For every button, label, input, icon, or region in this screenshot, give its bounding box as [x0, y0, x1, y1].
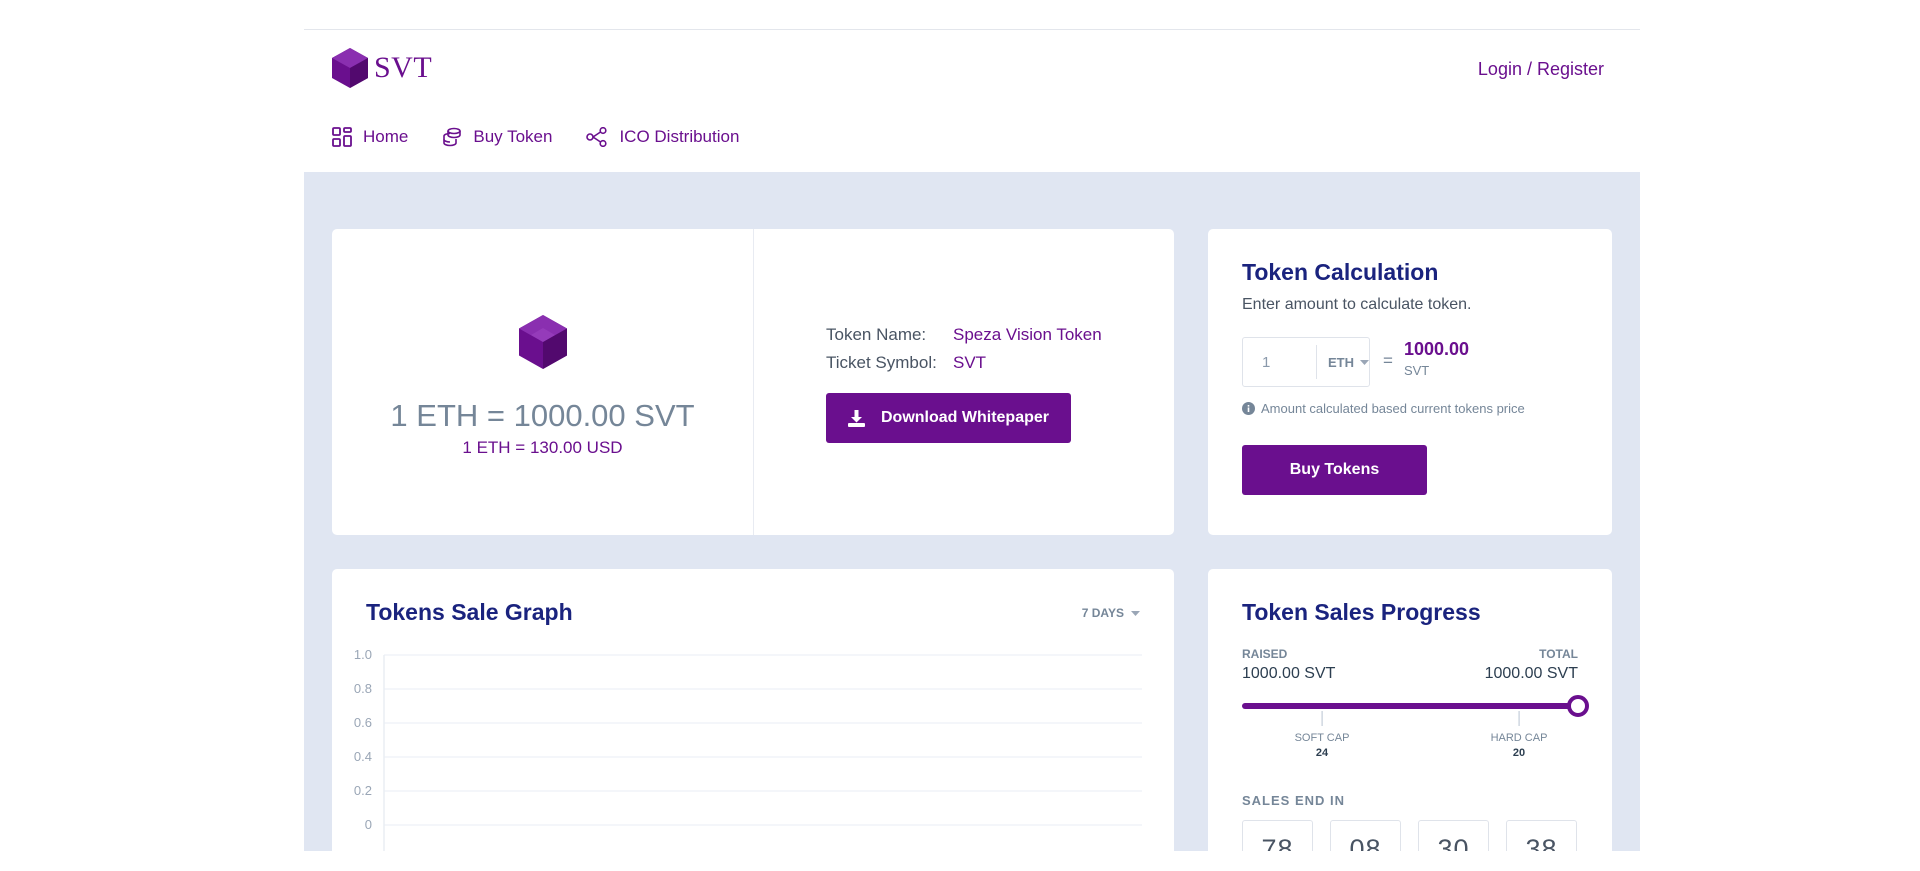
top-header: SVT Login / Register Home Buy Token ICO … [304, 30, 1640, 172]
main-nav: Home Buy Token ICO Distribution [332, 127, 739, 147]
rate-block: 1 ETH = 1000.00 SVT 1 ETH = 130.00 USD [332, 315, 753, 458]
hard-cap-marker: HARD CAP 20 [1490, 711, 1548, 759]
raised-value: 1000.00 SVT [1242, 665, 1336, 682]
tokens-sale-graph-card: Tokens Sale Graph 7 DAYS 1.0 0.8 0.6 0.4 0.2… [332, 569, 1174, 851]
main-content: 1 ETH = 1000.00 SVT 1 ETH = 130.00 USD T… [304, 172, 1640, 851]
soft-cap-value: 24 [1315, 747, 1329, 759]
y-tick-label: 0.2 [354, 783, 372, 798]
download-whitepaper-label: Download Whitepaper [881, 409, 1049, 426]
calc-title: Token Calculation [1242, 259, 1439, 285]
token-symbol-label: Ticket Symbol: [826, 353, 937, 372]
calc-description: Enter amount to calculate token. [1242, 296, 1472, 313]
progress-bar: SOFT CAP 24 HARD CAP 20 [1242, 695, 1589, 759]
progress-labels: RAISED 1000.00 SVT TOTAL 1000.00 SVT [1242, 647, 1578, 683]
calc-note: Amount calculated based current tokens p… [1242, 401, 1578, 416]
countdown-seconds: 38 [1506, 820, 1577, 851]
total-label: TOTAL [1539, 647, 1578, 661]
nav-item-home[interactable]: Home [332, 127, 408, 147]
hard-cap-label: HARD CAP [1490, 732, 1548, 744]
caret-down-icon [1360, 359, 1369, 365]
graph-range-select[interactable]: 7 DAYS [1082, 606, 1140, 620]
brand-name: SVT [374, 51, 433, 84]
nav-label-ico-distribution: ICO Distribution [619, 127, 740, 146]
sales-end-label: SALES END IN [1242, 793, 1346, 808]
eth-usd-rate: 1 ETH = 130.00 USD [462, 438, 623, 457]
calc-result-unit: SVT [1403, 363, 1430, 378]
brand-logo[interactable]: SVT [332, 48, 432, 88]
token-sales-progress-card: Token Sales Progress RAISED 1000.00 SVT … [1208, 569, 1612, 851]
app-frame: SVT Login / Register Home Buy Token ICO … [304, 29, 1640, 851]
raised-block: RAISED 1000.00 SVT [1242, 647, 1335, 683]
calc-result: 1000.00 [1403, 339, 1470, 359]
nav-item-ico-distribution[interactable]: ICO Distribution [586, 127, 739, 147]
eth-svt-rate: 1 ETH = 1000.00 SVT [390, 398, 695, 433]
token-name-row: Token Name: Speza Vision Token [826, 321, 1102, 349]
share-nodes-icon [586, 127, 608, 147]
download-icon [848, 409, 865, 427]
hexagon-token-icon [518, 315, 567, 369]
token-info-card: 1 ETH = 1000.00 SVT 1 ETH = 130.00 USD T… [332, 229, 1174, 535]
countdown-days: 78 [1242, 820, 1313, 851]
info-icon [1242, 402, 1255, 415]
soft-cap-label: SOFT CAP [1294, 732, 1350, 744]
graph-title: Tokens Sale Graph [366, 599, 573, 625]
total-block: TOTAL 1000.00 SVT [1485, 647, 1578, 683]
amount-input[interactable]: 1 [1243, 345, 1317, 379]
total-value: 1000.00 SVT [1484, 665, 1578, 682]
y-tick-label: 0.6 [354, 715, 372, 730]
y-tick-label: 1.0 [354, 647, 372, 662]
raised-label: RAISED [1242, 647, 1288, 661]
buy-tokens-button[interactable]: Buy Tokens [1242, 445, 1427, 495]
nav-label-home: Home [363, 127, 409, 146]
download-whitepaper-button[interactable]: Download Whitepaper [826, 393, 1071, 443]
progress-knob[interactable] [1567, 695, 1589, 717]
soft-cap-marker: SOFT CAP 24 [1294, 711, 1350, 759]
calc-input-group: 1 ETH [1242, 337, 1370, 387]
graph-range-label: 7 DAYS [1081, 606, 1124, 620]
currency-select[interactable]: ETH [1317, 355, 1369, 370]
coins-icon [443, 127, 462, 147]
soft-cap-line [1321, 711, 1323, 726]
countdown-timer: 78 08 30 38 [1242, 820, 1578, 851]
countdown-minutes: 30 [1418, 820, 1489, 851]
token-symbol-value: SVT [953, 353, 987, 372]
sale-graph-chart: 1.0 0.8 0.6 0.4 0.2 0 [354, 647, 1142, 851]
progress-title: Token Sales Progress [1242, 599, 1481, 625]
card-divider [753, 229, 754, 535]
y-tick-label: 0 [365, 817, 372, 832]
caret-down-icon [1131, 610, 1140, 616]
nav-item-buy-token[interactable]: Buy Token [442, 127, 552, 147]
countdown-hours: 08 [1330, 820, 1401, 851]
token-symbol-row: Ticket Symbol: SVT [826, 349, 1102, 377]
token-name-value: Speza Vision Token [953, 325, 1102, 344]
progress-fill [1242, 703, 1578, 709]
y-tick-label: 0.4 [354, 749, 372, 764]
nav-label-buy-token: Buy Token [473, 127, 553, 146]
calc-row: 1 ETH = 1000.00 SVT [1242, 337, 1578, 387]
token-name-label: Token Name: [826, 325, 927, 344]
token-details: Token Name: Speza Vision Token Ticket Sy… [826, 321, 1102, 443]
login-register-link[interactable]: Login / Register [1478, 59, 1604, 80]
token-calculation-card: Token Calculation Enter amount to calcul… [1208, 229, 1612, 535]
calc-note-text: Amount calculated based current tokens p… [1261, 401, 1525, 416]
equals-sign: = [1383, 351, 1393, 370]
calc-result-block: 1000.00 SVT [1404, 337, 1469, 378]
currency-value: ETH [1328, 354, 1354, 370]
hard-cap-line [1518, 711, 1520, 726]
hexagon-logo-icon [332, 48, 368, 88]
y-tick-label: 0.8 [354, 681, 372, 696]
hard-cap-value: 20 [1512, 747, 1526, 759]
grid-icon [332, 127, 352, 147]
